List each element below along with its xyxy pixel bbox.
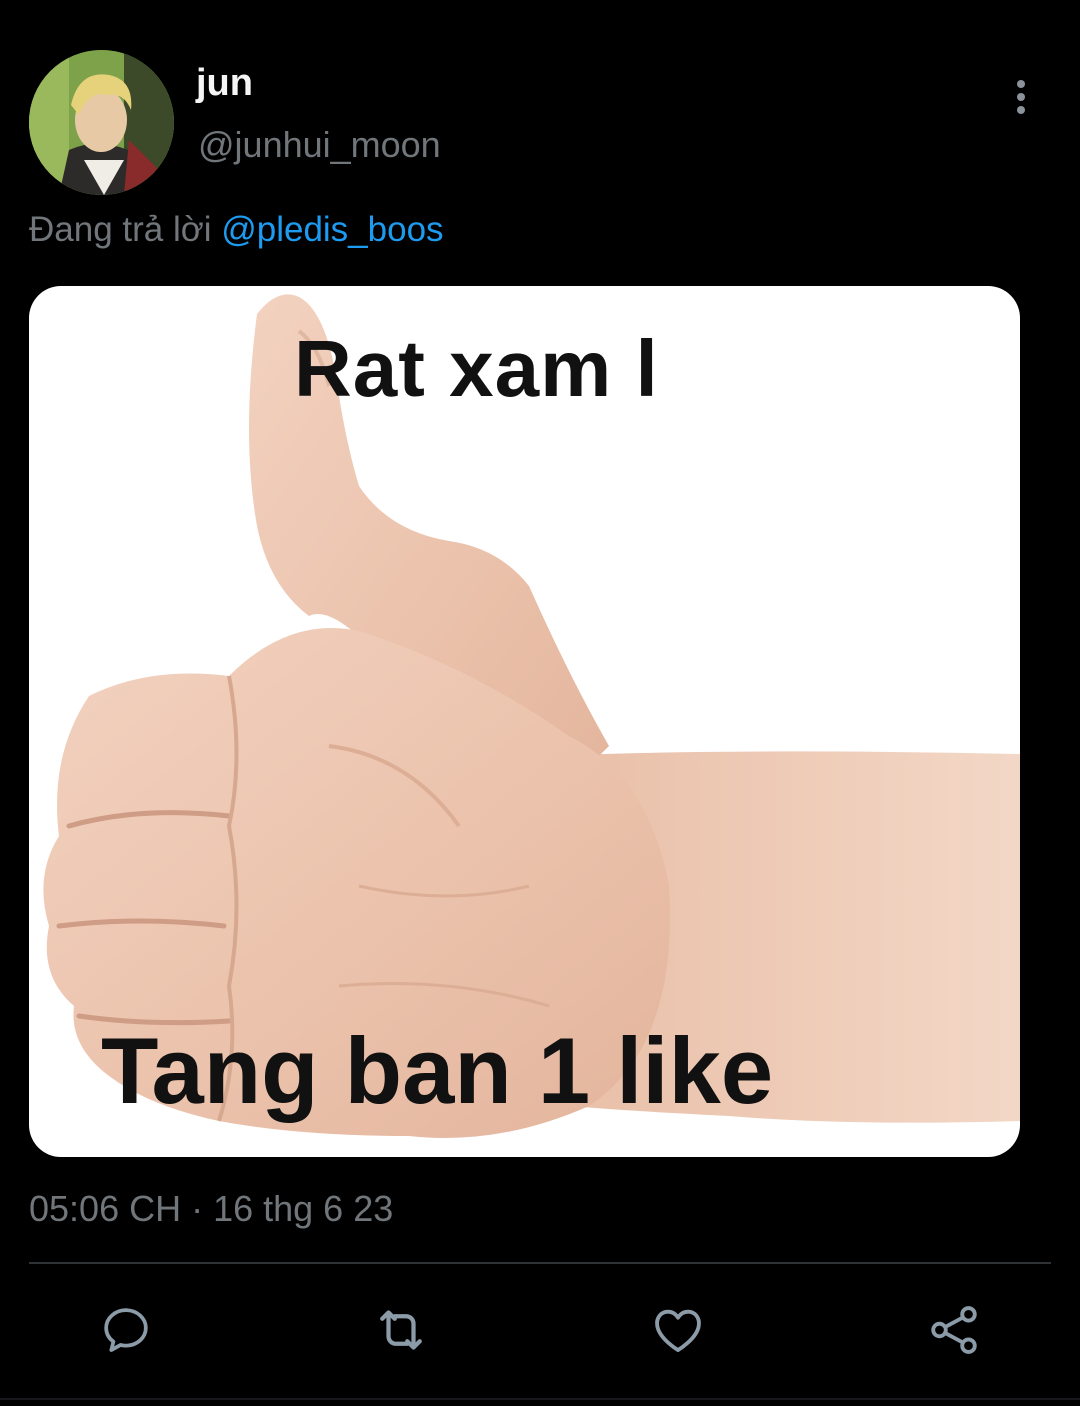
reply-button[interactable] [91, 1295, 161, 1365]
meme-bottom-caption: Tang ban 1 like [101, 1018, 774, 1123]
tweet-media-image[interactable]: Rat xam l Tang ban 1 like [29, 286, 1020, 1157]
reply-mention-link[interactable]: @pledis_boos [221, 210, 443, 249]
reply-context: Đang trả lời @pledis_boos [29, 206, 444, 254]
meme-top-caption: Rat xam l [294, 324, 659, 413]
more-vertical-icon [1017, 80, 1025, 88]
like-button[interactable] [643, 1295, 713, 1365]
tweet-action-bar [0, 1295, 1080, 1365]
more-vertical-icon-dot [1017, 106, 1025, 114]
more-options-button[interactable] [1002, 72, 1040, 122]
tweet-timestamp[interactable]: 05:06 CH · 16 thg 6 23 [29, 1185, 393, 1233]
bottom-divider [0, 1398, 1080, 1400]
divider [29, 1262, 1051, 1264]
avatar[interactable] [29, 50, 174, 195]
author-handle[interactable]: @junhui_moon [198, 122, 441, 168]
tweet-detail-page: jun @junhui_moon Đang trả lời @pledis_bo… [0, 0, 1080, 1406]
heart-icon [655, 1309, 701, 1352]
avatar-photo [29, 50, 174, 195]
retweet-icon [380, 1310, 422, 1350]
reply-context-prefix: Đang trả lời [29, 210, 212, 249]
share-icon [931, 1306, 977, 1354]
share-button[interactable] [919, 1295, 989, 1365]
more-vertical-icon-dot [1017, 93, 1025, 101]
retweet-button[interactable] [366, 1295, 436, 1365]
reply-icon [104, 1308, 148, 1352]
author-display-name[interactable]: jun [196, 60, 253, 106]
